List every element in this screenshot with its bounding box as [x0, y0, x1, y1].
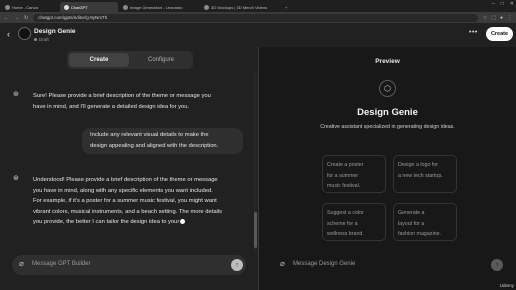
starter-line: for a summer: [327, 172, 359, 179]
message-line-last: you provide, the better I can tailor the…: [33, 217, 255, 228]
message-line: vibrant colors, musical instruments, and…: [33, 208, 223, 215]
scrollbar-thumb[interactable]: [254, 212, 257, 248]
star-icon[interactable]: ☆: [483, 15, 487, 21]
starter-line: Suggest a color: [327, 210, 364, 216]
extensions-icon[interactable]: ⬚: [491, 15, 496, 21]
message-line: design appealing and aligned with the de…: [90, 142, 219, 149]
gpt-name: Design Genie: [34, 28, 76, 35]
conversation-starter[interactable]: Generate a layout for a fashion magazine…: [393, 203, 457, 241]
message-line: you have in mind, along with any specifi…: [33, 187, 213, 194]
starter-line: Generate a: [398, 210, 425, 216]
browser-toolbar: ← → ↻ chatgpt.com/gpts/editor/g-8yNmTh ☆…: [0, 12, 516, 23]
address-bar[interactable]: chatgpt.com/gpts/editor/g-8yNmTh: [33, 13, 478, 22]
tab-create[interactable]: Create: [69, 53, 129, 67]
builder-mode-toggle: Create Configure: [67, 51, 193, 69]
conversation-starter[interactable]: Design a logo for a new tech startup.: [393, 155, 457, 193]
starter-line: fashion magazine.: [398, 231, 441, 237]
starter-line: scheme for a: [327, 220, 358, 227]
new-tab-button[interactable]: +: [281, 2, 291, 12]
tab-favicon-icon: [64, 4, 69, 10]
paperclip-icon[interactable]: ⌀: [280, 259, 285, 268]
starter-line: layout for a: [398, 220, 425, 227]
maximize-icon[interactable]: □: [501, 1, 504, 7]
builder-input-placeholder[interactable]: Message GPT Builder: [32, 261, 91, 267]
tab-favicon-icon: [123, 4, 128, 10]
app-root: Home - Canva ChatGPT Image Generation - …: [0, 0, 516, 290]
reload-icon[interactable]: ↻: [24, 15, 28, 21]
assistant-message: Sure! Please provide a brief description…: [33, 91, 248, 112]
starter-line: Design a logo for: [398, 162, 439, 168]
minimize-icon[interactable]: –: [492, 1, 495, 7]
preview-panel: Preview ⬡ Design Genie Creative assistan…: [259, 47, 516, 290]
preview-composer[interactable]: ⌀ Message Design Genie ↑: [273, 255, 508, 275]
gpt-avatar[interactable]: [18, 27, 31, 40]
create-gpt-button[interactable]: Create: [486, 27, 513, 41]
status-dot-icon: [34, 38, 37, 41]
profile-icon[interactable]: ●: [500, 15, 503, 21]
assistant-message: Understood! Please provide a brief descr…: [33, 175, 255, 228]
tab-configure[interactable]: Configure: [131, 53, 191, 67]
window-controls: – □ ✕: [492, 1, 514, 7]
message-line: Understood! Please provide a brief descr…: [33, 177, 218, 183]
watermark-text: Udemy: [499, 283, 514, 288]
chat-scrollbar[interactable]: [254, 72, 257, 252]
tab-label: Image Generation - Leonardo: [130, 4, 183, 10]
message-line: Include any relevant visual details to m…: [90, 132, 209, 138]
browser-tab-bar: Home - Canva ChatGPT Image Generation - …: [0, 0, 516, 12]
stop-generating-button[interactable]: ↑: [231, 259, 243, 271]
tab-favicon-icon: [204, 4, 209, 10]
message-line: have in mind, and I'll generate a detail…: [33, 103, 190, 110]
more-options-icon[interactable]: •••: [469, 29, 478, 36]
starter-line: wellness brand.: [327, 231, 364, 237]
builder-avatar-icon: ⊛: [13, 175, 19, 182]
builder-composer[interactable]: ⌀ Message GPT Builder ↑: [12, 255, 246, 275]
cube-icon: ⬡: [379, 80, 396, 97]
browser-back-icon[interactable]: ←: [4, 15, 9, 21]
builder-panel: Create Configure ⊛ Sure! Please provide …: [0, 47, 258, 290]
tab-label: Home - Canva: [12, 4, 38, 10]
browser-menu-icon[interactable]: ⋮: [507, 15, 512, 21]
message-line: Sure! Please provide a brief description…: [33, 93, 211, 99]
gpt-editor-header: ‹ Design Genie Draft ••• Create: [0, 23, 516, 47]
starter-line: music festival.: [327, 183, 361, 189]
streaming-cursor-icon: [180, 218, 186, 224]
tab-label: ChatGPT: [71, 4, 88, 10]
browser-tab[interactable]: Image Generation - Leonardo: [119, 2, 199, 12]
close-window-icon[interactable]: ✕: [510, 1, 514, 7]
tab-favicon-icon: [5, 4, 10, 10]
builder-avatar-icon: ⊛: [13, 91, 19, 98]
message-line: you provide, the better I can tailor the…: [33, 219, 180, 225]
browser-forward-icon[interactable]: →: [14, 15, 19, 21]
message-line: For example, if it's a poster for a summ…: [33, 198, 217, 204]
browser-tab[interactable]: 3D Mockups | 3D Merch Videos: [200, 2, 280, 12]
preview-title: Preview: [375, 58, 400, 65]
send-button[interactable]: ↑: [491, 259, 503, 271]
preview-input-placeholder[interactable]: Message Design Genie: [293, 261, 355, 267]
tab-label: 3D Mockups | 3D Merch Videos: [211, 4, 268, 10]
preview-description: Creative assistant specialized in genera…: [320, 124, 455, 130]
paperclip-icon[interactable]: ⌀: [19, 259, 24, 268]
starter-line: Create a poster: [327, 162, 364, 168]
browser-tab-active[interactable]: ChatGPT: [60, 2, 118, 12]
browser-extensions: ☆ ⬚ ● ⋮: [483, 15, 512, 21]
status-label: Draft: [39, 37, 49, 42]
conversation-starter[interactable]: Create a poster for a summer music festi…: [322, 155, 386, 193]
user-message: Include any relevant visual details to m…: [82, 128, 243, 154]
starter-line: a new tech startup.: [398, 172, 443, 179]
preview-gpt-name: Design Genie: [357, 107, 418, 118]
conversation-starter[interactable]: Suggest a color scheme for a wellness br…: [322, 203, 386, 241]
browser-tab[interactable]: Home - Canva: [1, 2, 59, 12]
back-chevron-icon[interactable]: ‹: [7, 29, 10, 39]
udemy-watermark: Udemy: [500, 283, 514, 288]
gpt-status: Draft: [34, 37, 49, 42]
address-url: chatgpt.com/gpts/editor/g-8yNmTh: [38, 15, 108, 20]
